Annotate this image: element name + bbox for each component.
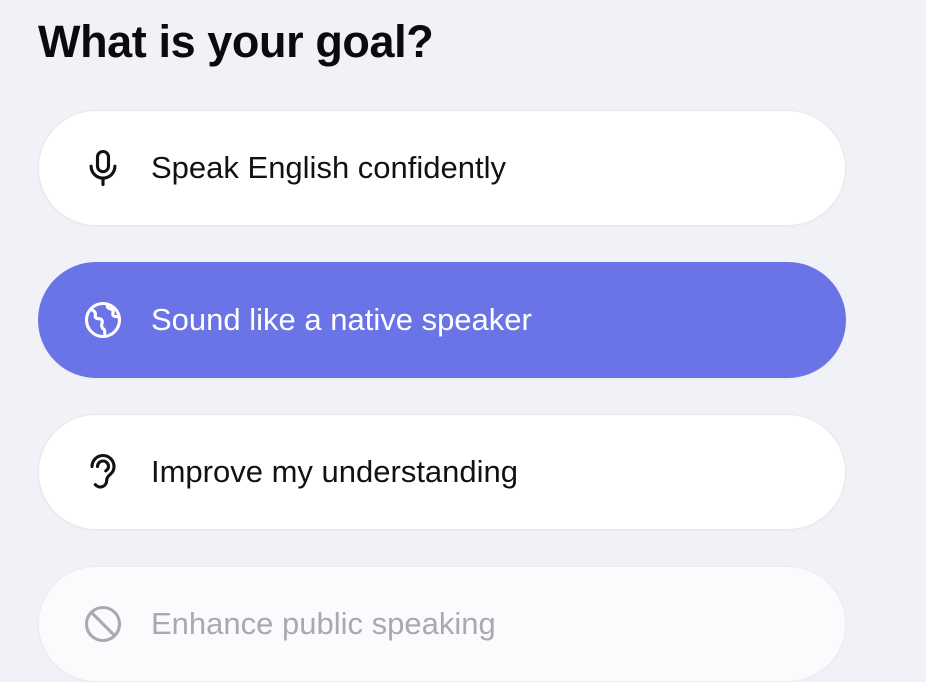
- globe-icon: [81, 298, 125, 342]
- ear-icon: [81, 450, 125, 494]
- goal-option-improve-understanding[interactable]: Improve my understanding: [38, 414, 846, 530]
- goal-option-public-speaking[interactable]: Enhance public speaking: [38, 566, 846, 682]
- goal-option-speak-confidently[interactable]: Speak English confidently: [38, 110, 846, 226]
- microphone-off-icon: [81, 602, 125, 646]
- page-title: What is your goal?: [38, 16, 434, 67]
- goal-option-label: Sound like a native speaker: [151, 302, 532, 337]
- microphone-icon: [81, 146, 125, 190]
- goal-option-native-speaker[interactable]: Sound like a native speaker: [38, 262, 846, 378]
- goal-option-label: Speak English confidently: [151, 150, 507, 185]
- goal-option-label: Improve my understanding: [151, 454, 519, 489]
- goal-option-label: Enhance public speaking: [151, 606, 496, 641]
